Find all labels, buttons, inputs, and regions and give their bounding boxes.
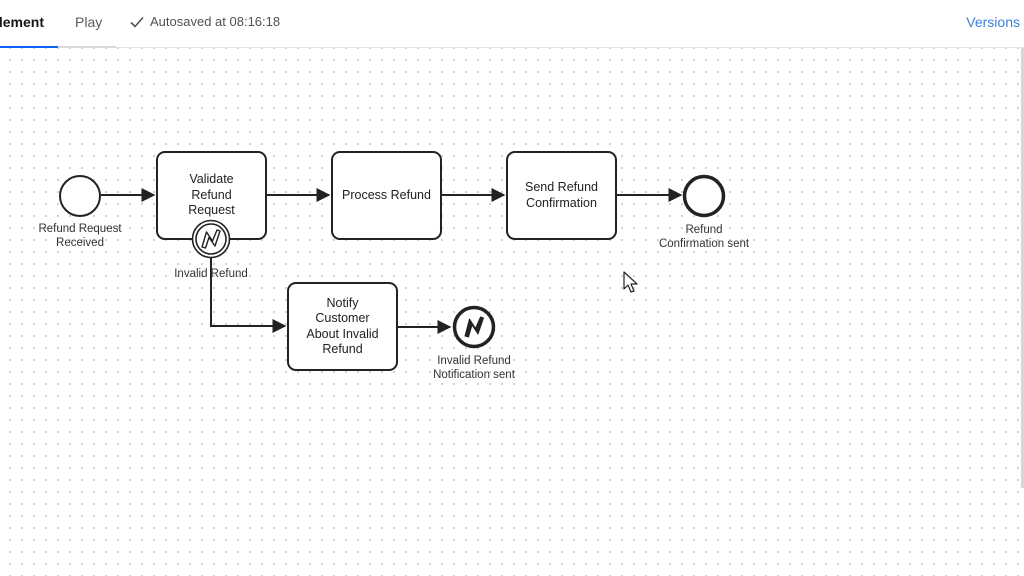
start-event-circle[interactable] <box>58 174 102 218</box>
task-notify-line1: Notify <box>326 295 359 310</box>
error-end-event-label: Invalid Refund Notification sent <box>404 354 544 382</box>
error-end-label-line1: Invalid Refund <box>437 355 511 367</box>
error-end-label-line2: Notification sent <box>433 369 515 381</box>
task-notify-line4: Refund <box>322 342 363 356</box>
autosave-status: Autosaved at 08:16:18 <box>130 0 280 44</box>
end-event-label-line2: Confirmation sent <box>658 238 750 250</box>
end-event-label-line1: Refund <box>685 224 723 236</box>
boundary-event-label: Invalid Refund <box>174 268 248 280</box>
task-validate-line1: Validate <box>189 172 234 187</box>
mouse-cursor-icon <box>623 271 638 293</box>
task-send-line1: Send Refund <box>525 180 598 194</box>
checkmark-icon <box>130 16 144 28</box>
versions-link[interactable]: Versions <box>966 0 1020 44</box>
task-validate-line2: Refund <box>191 187 232 202</box>
task-process-line1: Process Refund <box>342 187 431 202</box>
task-notify-line3: About Invalid <box>306 326 379 341</box>
top-bar: Implement Play Autosaved at 08:16:18 Ver… <box>0 0 1024 48</box>
tab-implement-label: Implement <box>0 14 44 30</box>
task-send-line2: Confirmation <box>526 195 597 210</box>
task-process-refund[interactable]: Process Refund <box>331 151 442 240</box>
end-event-label: Refund Confirmation sent <box>634 223 774 251</box>
task-send-refund-confirmation[interactable]: Send Refund Confirmation <box>506 151 617 240</box>
tab-play-label: Play <box>75 14 103 30</box>
start-event-label: Refund Request Received <box>20 222 140 250</box>
start-event-label-line2: Received <box>56 237 104 249</box>
end-event-circle[interactable] <box>681 173 727 219</box>
tab-play[interactable]: Play <box>75 0 102 48</box>
boundary-error-event[interactable] <box>191 219 231 259</box>
error-end-event[interactable] <box>451 304 497 350</box>
task-notify-line2: Customer <box>315 311 370 325</box>
autosave-text: Autosaved at 08:16:18 <box>150 14 281 29</box>
sequence-flows <box>101 188 683 334</box>
diagram-canvas[interactable]: Refund Request Received Validate Refund … <box>0 48 1024 576</box>
task-notify-customer[interactable]: Notify Customer About Invalid Refund <box>287 282 398 371</box>
tab-implement[interactable]: Implement <box>0 0 58 48</box>
start-event-label-line1: Refund Request <box>38 223 122 235</box>
task-validate-line3: Request <box>188 203 235 218</box>
